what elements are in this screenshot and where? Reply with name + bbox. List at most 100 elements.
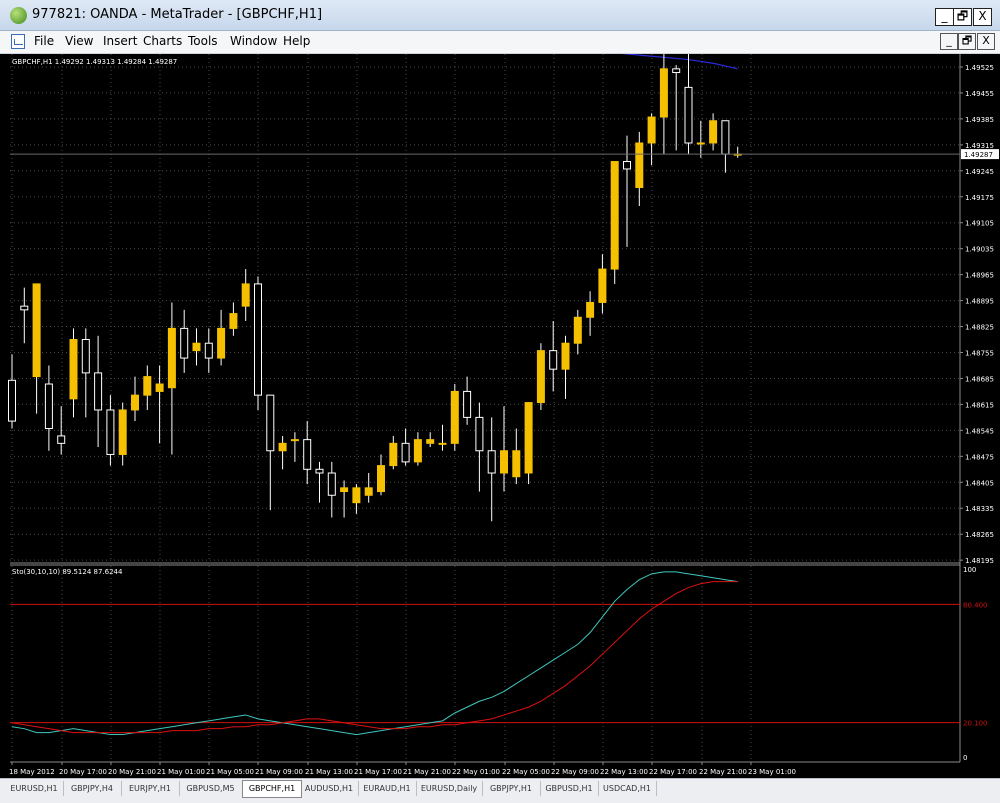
candle-body (217, 327, 226, 359)
stochastic-main-line (11, 571, 738, 736)
close-button[interactable]: X (973, 8, 992, 26)
candle-body (32, 283, 41, 378)
menu-insert[interactable]: Insert (103, 34, 137, 48)
candle-body (352, 487, 361, 504)
stochastic-level-high-label: 80.400 (963, 601, 988, 609)
time-tick-label: 22 May 05:00 (502, 768, 550, 776)
minimize-button[interactable]: _ (935, 8, 954, 26)
candle-body (229, 313, 238, 329)
candle-body (377, 465, 385, 493)
chart-tab[interactable]: GBPUSD,H1 (540, 781, 599, 796)
candle-body (463, 390, 472, 418)
candle-body (131, 394, 139, 411)
chart-restore-button[interactable]: 🗗 (958, 33, 976, 50)
price-tick-label: 1.48755 (965, 349, 994, 357)
candle-body (254, 283, 262, 396)
price-tick-label: 1.48265 (965, 531, 994, 539)
chart-document-icon[interactable] (11, 34, 25, 49)
price-tick-label: 1.49525 (965, 64, 994, 72)
price-tick-label: 1.48825 (965, 324, 994, 332)
candle-body (450, 390, 459, 444)
candle-body (204, 342, 213, 359)
candle-body (401, 442, 410, 463)
candle-body (44, 383, 53, 430)
candle-body (524, 402, 533, 474)
candle-body (623, 161, 631, 170)
candle-body (69, 339, 78, 400)
chart-tab[interactable]: EURUSD,Daily (416, 781, 483, 796)
price-tick-label: 1.49385 (965, 116, 994, 124)
candle-body (500, 450, 508, 474)
time-tick-label: 22 May 01:00 (452, 768, 500, 776)
chart-grid (10, 54, 961, 763)
candle-body (684, 86, 693, 144)
menu-window[interactable]: Window (230, 34, 277, 48)
time-tick-label: 18 May 2012 (9, 768, 55, 776)
candle-body (647, 116, 656, 144)
candle-body (192, 342, 201, 352)
time-tick-label: 21 May 09:00 (255, 768, 303, 776)
candle-body (438, 442, 447, 445)
candle-body (155, 383, 164, 392)
stochastic-level-low-label: 20.100 (963, 720, 988, 728)
chart-tab[interactable]: USDCAD,H1 (598, 781, 657, 796)
chart-minimize-button[interactable]: _ (940, 33, 958, 50)
menu-view[interactable]: View (65, 34, 93, 48)
price-tick-label: 1.49315 (965, 142, 994, 150)
chart-tab[interactable]: EURJPY,H1 (121, 781, 180, 796)
menu-file[interactable]: File (34, 34, 54, 48)
candle-body (413, 439, 422, 463)
candle-body (721, 120, 730, 155)
time-tick-label: 20 May 21:00 (108, 768, 156, 776)
candle-body (487, 450, 496, 474)
chart-tab[interactable]: EURAUD,H1 (358, 781, 417, 796)
candle-body (389, 442, 398, 467)
chart-tab[interactable]: GBPJPY,H1 (482, 781, 541, 796)
chart-info-label: GBPCHF,H1 1.49292 1.49313 1.49284 1.4928… (12, 58, 177, 66)
time-tick-label: 22 May 21:00 (699, 768, 747, 776)
price-tick-label: 1.48335 (965, 505, 994, 513)
candle-body (340, 487, 349, 493)
restore-button[interactable]: 🗗 (953, 8, 972, 26)
time-tick-label: 21 May 13:00 (305, 768, 353, 776)
candle-body (81, 339, 90, 374)
chart-tab[interactable]: EURUSD,H1 (5, 781, 64, 796)
candle-body (315, 468, 324, 474)
stochastic-scale-bottom: 0 (963, 754, 967, 762)
price-tick-label: 1.49035 (965, 246, 994, 254)
time-tick-label: 23 May 01:00 (748, 768, 796, 776)
time-tick-label: 21 May 01:00 (157, 768, 205, 776)
chart-tabs: EURUSD,H1 GBPJPY,H4 EURJPY,H1 GBPUSD,M5 GBPC… (0, 778, 1000, 803)
current-price-label: 1.49287 (964, 151, 993, 159)
menu-help[interactable]: Help (283, 34, 310, 48)
candle-body (180, 327, 189, 359)
chart-tab[interactable]: GBPCHF,H1 (242, 780, 302, 798)
chart-window[interactable]: 1.49525 1.49455 1.49385 1.49315 1.49245 1.491… (0, 54, 1000, 778)
price-tick-label: 1.49175 (965, 194, 994, 202)
candle-body (266, 394, 275, 452)
metatrader-app-icon[interactable] (10, 7, 27, 24)
candle-body (57, 435, 66, 444)
time-tick-label: 20 May 17:00 (59, 768, 107, 776)
menu-tools[interactable]: Tools (188, 34, 218, 48)
time-tick-label: 22 May 17:00 (649, 768, 697, 776)
stochastic-oscillator (10, 571, 960, 736)
chart-tab[interactable]: AUDUSD,H1 (300, 781, 359, 796)
price-tick-label: 1.48615 (965, 401, 994, 409)
menu-charts[interactable]: Charts (143, 34, 182, 48)
window-title: 977821: OANDA - MetaTrader - [GBPCHF,H1] (32, 7, 323, 22)
stochastic-label: Sto(30,10,10) 89.5124 87.6244 (12, 568, 123, 576)
candle-body (610, 161, 619, 270)
price-chart[interactable]: 1.49525 1.49455 1.49385 1.49315 1.49245 1.491… (0, 54, 1000, 778)
candle-body (549, 350, 558, 370)
price-tick-label: 1.48685 (965, 375, 994, 383)
candle-body (672, 68, 681, 74)
chart-tab[interactable]: GBPUSD,M5 (179, 781, 243, 796)
candlestick-series (8, 54, 960, 522)
candle-body (586, 301, 595, 318)
candle-body (20, 305, 29, 311)
chart-tab[interactable]: GBPJPY,H4 (63, 781, 122, 796)
candle-body (709, 120, 718, 144)
chart-close-button[interactable]: X (977, 33, 995, 50)
price-tick-label: 1.48965 (965, 272, 994, 280)
